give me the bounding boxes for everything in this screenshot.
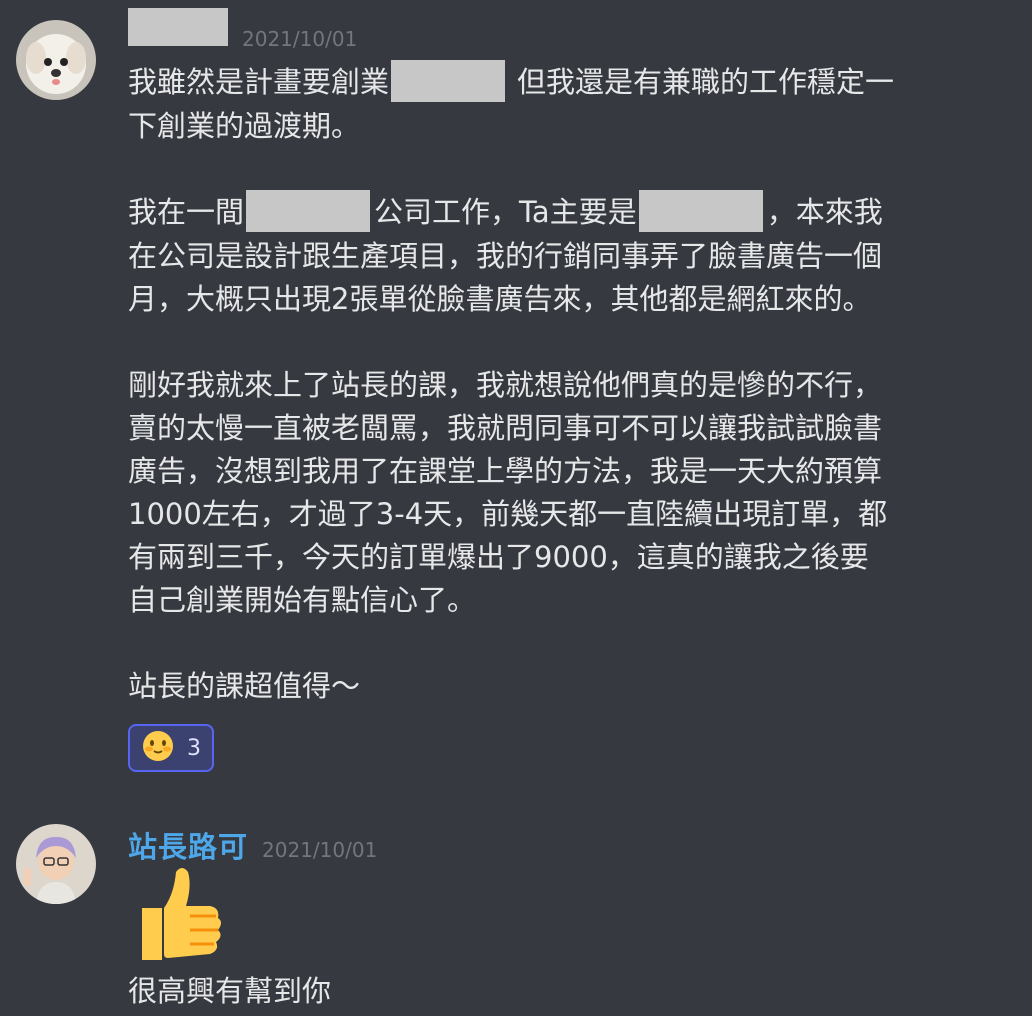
message-line: 廣告，沒想到我用了在課堂上學的方法，我是一天大約預算 [128, 454, 883, 488]
user-avatar-dog[interactable] [16, 20, 96, 100]
message-header: 站長路可 2021/10/01 [128, 824, 377, 866]
username[interactable]: 站長路可 [128, 824, 248, 866]
redacted-username [128, 8, 228, 46]
message-line: 賣的太慢一直被老闆罵，我就問同事可不可以讓我試試臉書 [128, 411, 883, 445]
redaction-block [391, 60, 506, 102]
reaction-count: 3 [187, 735, 201, 761]
thumbs-up-emoji-icon [128, 864, 224, 968]
blush-emoji-icon [141, 729, 175, 767]
message-line: 自己創業開始有點信心了。 [128, 583, 477, 617]
message-line: 1000左右，才過了3-4天，前幾天都一直陸續出現訂單，都 [128, 497, 888, 531]
message-line: 在公司是設計跟生產項目，我的行銷同事弄了臉書廣告一個 [128, 239, 883, 273]
message-line: 剛好我就來上了站長的課，我就想說他們真的是慘的不行， [128, 368, 883, 402]
reaction-button[interactable]: 3 [128, 724, 214, 772]
message-line: 下創業的過渡期。 [128, 109, 361, 143]
redaction-block [246, 190, 371, 232]
message-line: 我在一間 公司工作，Ta主要是 ，本來我 [128, 190, 978, 235]
message-line: 很高興有幫到你 [128, 974, 332, 1008]
message-line: 站長的課超值得～ [128, 669, 361, 703]
redaction-block [638, 190, 763, 232]
message-body: 很高興有幫到你 [128, 970, 978, 1013]
message-line: 月，大概只出現2張單從臉書廣告來，其他都是網紅來的。 [128, 282, 872, 316]
message-line: 我雖然是計畫要創業 但我還是有兼職的工作穩定一 [128, 60, 978, 105]
message-body: 我雖然是計畫要創業 但我還是有兼職的工作穩定一 下創業的過渡期。 我在一間 公司工作… [128, 60, 978, 708]
message-header: 2021/10/01 [128, 8, 358, 51]
message-timestamp: 2021/10/01 [262, 838, 378, 862]
message-line: 有兩到三千，今天的訂單爆出了9000，這真的讓我之後要 [128, 540, 869, 574]
user-avatar-person[interactable] [16, 824, 96, 904]
message-timestamp: 2021/10/01 [242, 27, 358, 51]
